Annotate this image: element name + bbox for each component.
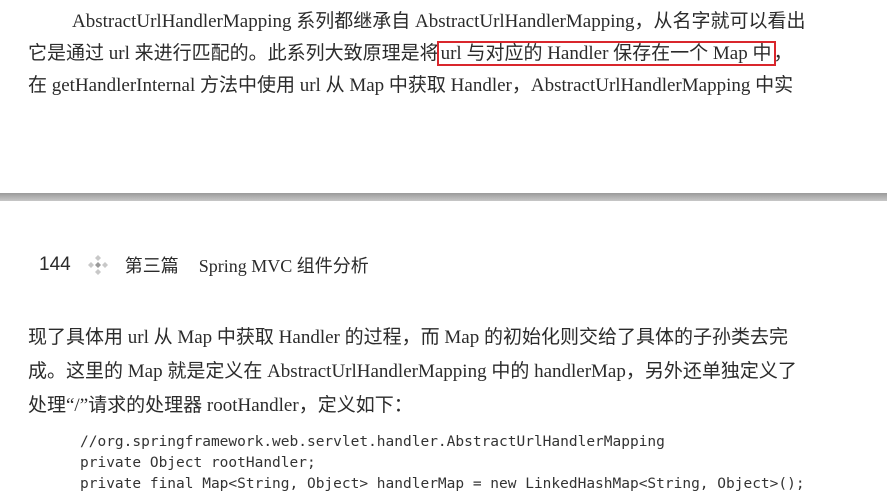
part-label: 第三篇 [124, 256, 179, 276]
top-paragraph-line-3: 在 getHandlerInternal 方法中使用 url 从 Map 中获取… [28, 75, 794, 96]
code-line-root-handler: private Object rootHandler; [80, 455, 316, 471]
highlighted-phrase: url 与对应的 Handler 保存在一个 Map 中 [436, 41, 776, 66]
top-paragraph-line-1: AbstractUrlHandlerMapping 系列都继承自 Abstrac… [72, 11, 806, 32]
line2-before-text: 它是通过 url 来进行匹配的。此系列大致原理是将 [28, 43, 439, 64]
body-paragraph-line-2: 成。这里的 Map 就是定义在 AbstractUrlHandlerMappin… [28, 361, 797, 382]
body-paragraph-line-3: 处理“/”请求的处理器 rootHandler，定义如下： [28, 395, 413, 416]
page-number: 144 [39, 254, 71, 275]
top-paragraph-line-2: 它是通过 url 来进行匹配的。此系列大致原理是将 url 与对应的 Handle… [28, 41, 868, 67]
body-paragraph-line-1: 现了具体用 url 从 Map 中获取 Handler 的过程，而 Map 的初… [28, 327, 788, 348]
code-line-handler-map: private final Map<String, Object> handle… [80, 476, 805, 492]
code-line-comment: //org.springframework.web.servlet.handle… [80, 434, 665, 450]
chapter-title: Spring MVC 组件分析 [198, 256, 369, 276]
page-divider [0, 193, 887, 201]
line2-after-text: ， [773, 43, 793, 64]
four-diamond-ornament-icon [87, 255, 108, 275]
page-header: 144 第三篇 Spring MVC 组件分析 [39, 251, 369, 279]
